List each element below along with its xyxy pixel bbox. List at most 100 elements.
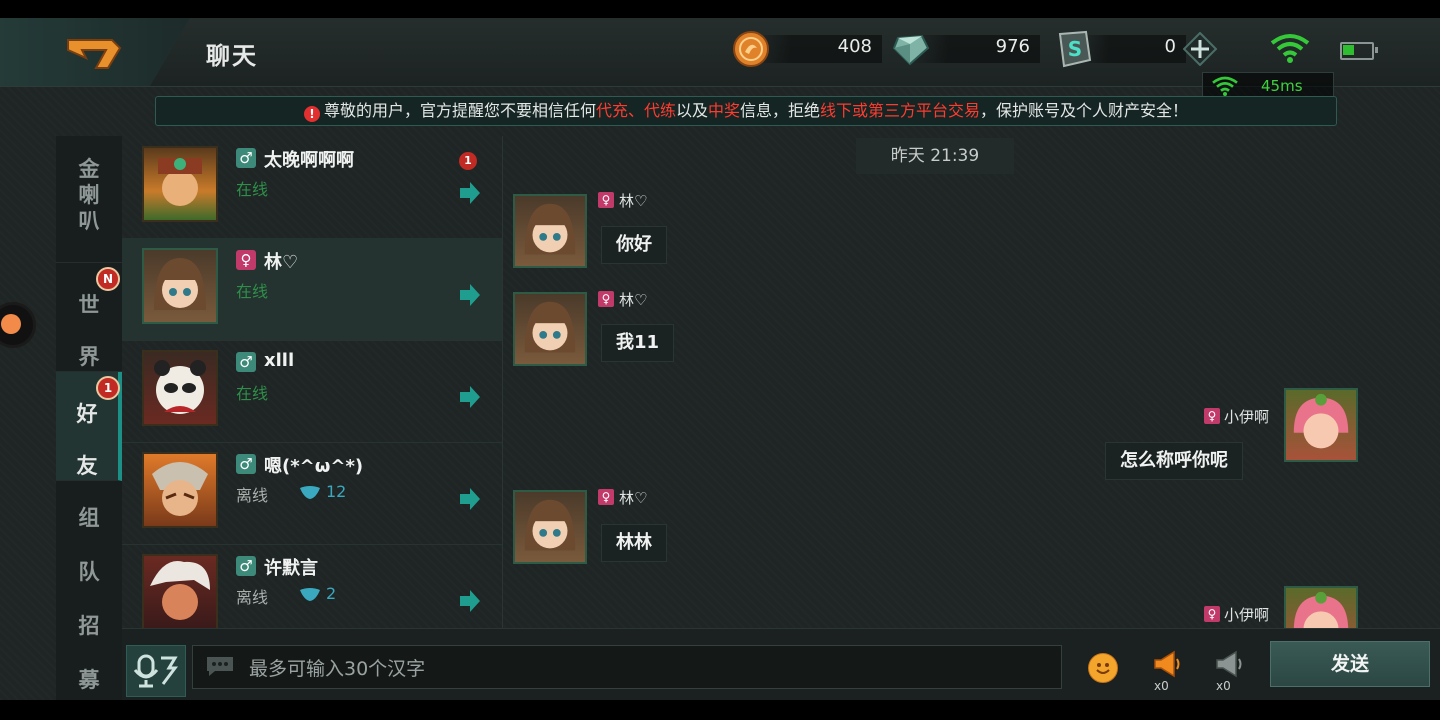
chat-messages: 昨天 21:39 ♀ 林♡ 你好 ♀ 林♡ 我11 ♀ 小伊啊 怎么称呼你呢 ♀… (503, 136, 1440, 644)
tab-world[interactable]: 世界 N (56, 263, 122, 372)
notice-highlight-3: 线下或第三方平台交易 (820, 101, 981, 120)
friend-avatar (142, 248, 218, 324)
intimacy-level: 12 (298, 482, 346, 501)
friend-name: 嗯(*^ω^*) (264, 456, 364, 477)
friend-avatar (142, 452, 218, 528)
friend-avatar (142, 146, 218, 222)
ping-wifi-icon (1212, 76, 1238, 96)
intimacy-value: 2 (326, 584, 337, 603)
friend-row-selected[interactable]: ♀ 林♡ 在线 (122, 238, 502, 341)
sender-avatar[interactable] (513, 292, 587, 366)
friend-list: ♂ 太晚啊啊啊 在线 1 ♀ 林♡ 在线 ♂ xlll 在线 ♂ 嗯(*^ω^*… (122, 136, 503, 644)
friend-status: 在线 (236, 384, 269, 403)
girl-portrait (524, 301, 576, 353)
chevron-right-icon[interactable] (458, 180, 482, 206)
male-icon: ♂ (236, 148, 256, 168)
panda-portrait (154, 360, 206, 414)
gold-horn-count: x0 (1154, 679, 1169, 693)
chevron-right-icon[interactable] (458, 486, 482, 512)
sender-name: 林♡ (619, 489, 648, 507)
friends-unread-badge: 1 (96, 376, 120, 400)
sender-name: 林♡ (619, 291, 648, 309)
tab-team-recruit[interactable]: 组队招募 (56, 481, 122, 700)
battery-icon (1340, 42, 1378, 60)
intimacy-value: 12 (326, 482, 347, 501)
chevron-right-icon[interactable] (458, 588, 482, 614)
message-timestamp: 昨天 21:39 (856, 138, 1014, 174)
voice-input-button[interactable] (126, 645, 186, 697)
send-button[interactable]: 发送 (1270, 641, 1430, 687)
sender-avatar[interactable] (513, 490, 587, 564)
friend-name: 太晚啊啊啊 (264, 150, 354, 171)
friend-status: 离线 (236, 588, 269, 607)
message-bubble[interactable]: 我11 (601, 324, 675, 362)
tab-friends-label: 好友 (76, 402, 98, 478)
friend-avatar (142, 350, 218, 426)
gold-coin-counter: 408 (732, 30, 882, 68)
warrior-portrait (158, 158, 202, 206)
add-currency-button[interactable] (1183, 32, 1217, 66)
notice-text-4: ，保护账号及个人财产安全！ (980, 101, 1189, 120)
notice-highlight-2: 中奖 (707, 101, 740, 120)
gold-megaphone-icon (1154, 650, 1180, 678)
sender-avatar[interactable] (513, 194, 587, 268)
security-notice: ! 尊敬的用户，官方提醒您不要相信任何代充、代练以及中奖信息，拒绝线下或第三方平台… (155, 96, 1337, 126)
chat-screen: 聊天 408 976 S 0 45ms ! 尊敬的用户，官方提醒您不要相信任何代… (0, 18, 1440, 700)
friend-name: xlll (264, 350, 295, 371)
female-icon: ♀ (598, 192, 614, 208)
message-bubble[interactable]: 林林 (601, 524, 667, 562)
friend-row[interactable]: ♂ xlll 在线 (122, 340, 502, 443)
back-button[interactable] (0, 18, 190, 86)
male-icon: ♂ (236, 352, 256, 372)
friend-row[interactable]: ♂ 嗯(*^ω^*) 离线 12 (122, 442, 502, 545)
message-input[interactable]: 最多可输入30个汉字 (192, 645, 1062, 689)
svg-text:S: S (1068, 37, 1082, 61)
silver-horn-button[interactable]: x0 (1214, 649, 1244, 693)
white-hair-portrait (150, 561, 210, 620)
input-placeholder: 最多可输入30个汉字 (249, 658, 426, 680)
girl-portrait (524, 499, 576, 551)
message-bubble[interactable]: 你好 (601, 226, 667, 264)
top-bar: 聊天 408 976 S 0 45ms (0, 18, 1440, 100)
ping-value: 45ms (1261, 77, 1303, 95)
sender-name: 小伊啊 (1224, 408, 1270, 426)
chevron-right-icon[interactable] (458, 384, 482, 410)
new-badge: N (96, 267, 120, 291)
diamond-icon (892, 34, 930, 66)
tab-friends[interactable]: 好友 1 (56, 372, 122, 481)
floating-assist-button[interactable] (0, 302, 36, 348)
tab-gold-horn-label: 金喇叭 (78, 157, 100, 233)
gold-horn-button[interactable]: x0 (1152, 649, 1182, 693)
emoji-button[interactable] (1088, 653, 1118, 683)
girl-portrait (524, 203, 576, 255)
silver-horn-count: x0 (1216, 679, 1231, 693)
tab-team-recruit-label: 组队招募 (78, 506, 100, 692)
female-icon: ♀ (598, 489, 614, 505)
friend-status: 在线 (236, 282, 269, 301)
voucher-counter: S 0 (1056, 30, 1186, 68)
smiley-icon (1096, 663, 1110, 674)
diamond-value: 976 (995, 36, 1030, 57)
self-avatar[interactable] (1284, 388, 1358, 462)
gold-coin-icon (733, 31, 769, 67)
warning-icon: ! (303, 106, 320, 122)
tab-world-label: 世界 (78, 293, 100, 369)
silver-megaphone-icon (1216, 650, 1242, 678)
intimacy-heart-icon (300, 486, 320, 499)
friend-name: 林♡ (264, 252, 299, 273)
tab-gold-horn[interactable]: 金喇叭 (56, 148, 122, 263)
sender-name: 小伊啊 (1224, 606, 1270, 624)
intimacy-heart-icon (300, 588, 320, 601)
pink-hair-girl-portrait (1293, 393, 1349, 449)
chat-bubble-icon (207, 657, 233, 676)
chat-input-bar: 最多可输入30个汉字 x0 x0 发送 (122, 628, 1440, 700)
message-bubble[interactable]: 怎么称呼你呢 (1105, 442, 1243, 480)
unread-badge: 1 (459, 152, 477, 170)
friend-avatar (142, 554, 218, 630)
voucher-icon: S (1058, 30, 1092, 68)
female-icon: ♀ (1204, 606, 1220, 622)
intimacy-level: 2 (298, 584, 336, 603)
chevron-right-icon[interactable] (458, 282, 482, 308)
friend-row[interactable]: ♂ 太晚啊啊啊 在线 1 (122, 136, 502, 239)
diamond-counter: 976 (890, 30, 1040, 68)
